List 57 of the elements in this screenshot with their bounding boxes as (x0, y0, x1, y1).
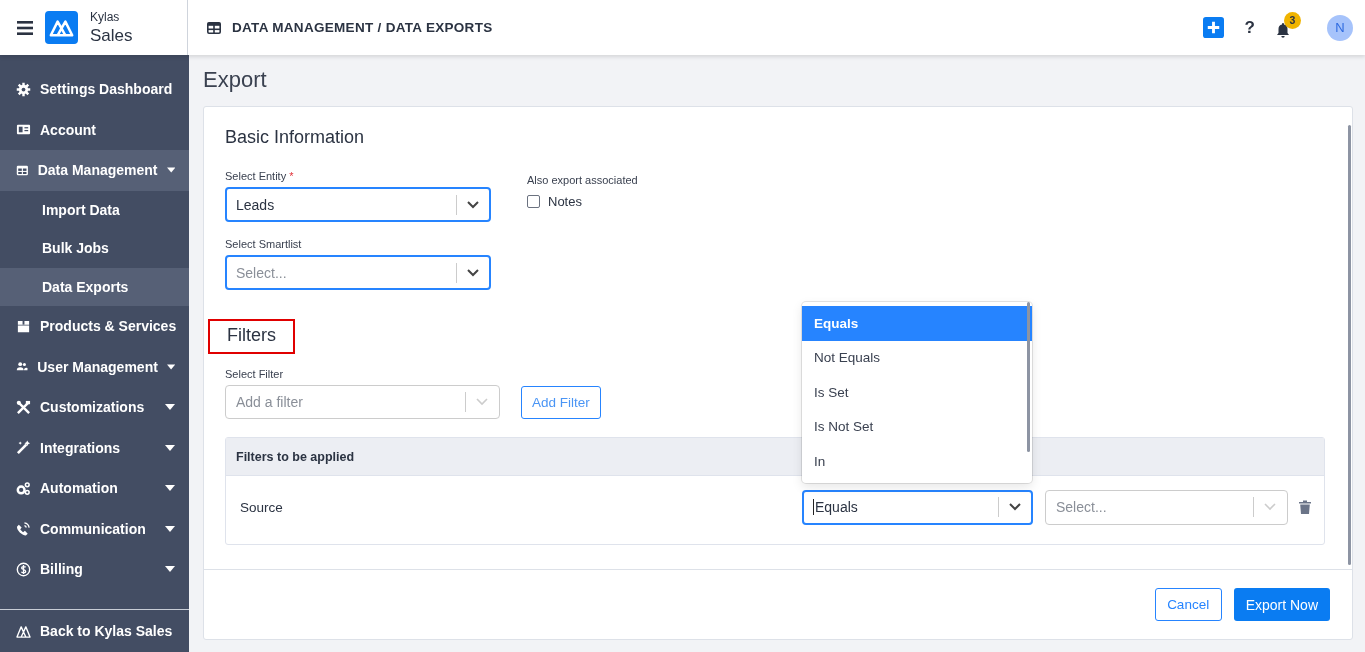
sidebar-item[interactable]: Products & Services (0, 306, 189, 347)
sidebar-item[interactable]: Customizations (0, 387, 189, 428)
chevron-down-icon (1264, 503, 1276, 511)
menu-icon[interactable] (17, 20, 33, 35)
sidebar-item[interactable]: Integrations (0, 427, 189, 468)
cancel-button[interactable]: Cancel (1154, 588, 1222, 621)
checkbox[interactable] (527, 195, 540, 208)
logo-outline-icon (16, 624, 31, 638)
sidebar-item[interactable]: Billing (0, 549, 189, 590)
chevron-down-icon (1009, 503, 1021, 511)
logo-icon (45, 11, 78, 44)
trash-icon[interactable] (1299, 500, 1311, 514)
tools-icon (16, 399, 31, 415)
coin-icon (16, 561, 31, 577)
sidebar-item[interactable]: Settings Dashboard (0, 69, 189, 110)
cogs-icon (16, 480, 31, 496)
sidebar-item[interactable]: Account (0, 109, 189, 150)
sidebar-item[interactable]: Data Management (0, 150, 189, 191)
filter-field-name: Source (240, 499, 284, 515)
export-now-button[interactable]: Export Now (1233, 588, 1330, 621)
brand-caption: Kylas (90, 11, 121, 23)
section-heading: Filters (208, 319, 295, 354)
sidebar-item[interactable]: Communication (0, 508, 189, 549)
field-label: Select Entity * (225, 170, 295, 182)
chevron-down-icon (467, 268, 479, 277)
plus-icon[interactable] (1202, 17, 1224, 38)
sidebar-item[interactable]: User Management (0, 346, 189, 387)
table-icon (207, 21, 221, 34)
chevron-down-icon (476, 398, 488, 406)
section-heading: Basic Information (225, 127, 366, 148)
breadcrumb: DATA MANAGEMENT / DATA EXPORTS (232, 20, 493, 35)
page-title: Export (203, 67, 268, 93)
scrollbar[interactable] (1348, 125, 1351, 565)
scrollbar[interactable] (1027, 302, 1030, 452)
sidebar-subitem[interactable]: Import Data (0, 190, 189, 229)
sidebar-item[interactable]: Automation (0, 468, 189, 509)
field-label: Select Smartlist (225, 238, 303, 250)
checkbox-label: Notes (548, 194, 582, 209)
dropdown-option[interactable]: Not Equals (802, 340, 1032, 375)
entity-select[interactable]: Leads (225, 187, 491, 222)
field-label: Select Filter (225, 368, 285, 380)
sidebar-subitem[interactable]: Bulk Jobs (0, 229, 189, 268)
gear-icon (16, 81, 31, 97)
dropdown-option[interactable]: Equals (802, 306, 1032, 341)
sidebar-subitem[interactable]: Data Exports (0, 267, 189, 306)
dropdown-option[interactable]: Is Set (802, 375, 1032, 410)
notification-badge: 3 (1284, 11, 1301, 29)
dropdown-option[interactable]: In (802, 444, 1032, 479)
brand-name: Sales (90, 27, 133, 44)
help-button[interactable]: ? (1240, 17, 1259, 38)
wand-icon (16, 440, 31, 456)
bell-icon[interactable] (1276, 21, 1290, 38)
phone-icon (16, 521, 31, 537)
operator-select[interactable]: Equals (802, 489, 1033, 525)
chevron-down-icon (467, 200, 479, 209)
box-icon (16, 318, 31, 334)
field-label: Also export associated (527, 174, 638, 186)
